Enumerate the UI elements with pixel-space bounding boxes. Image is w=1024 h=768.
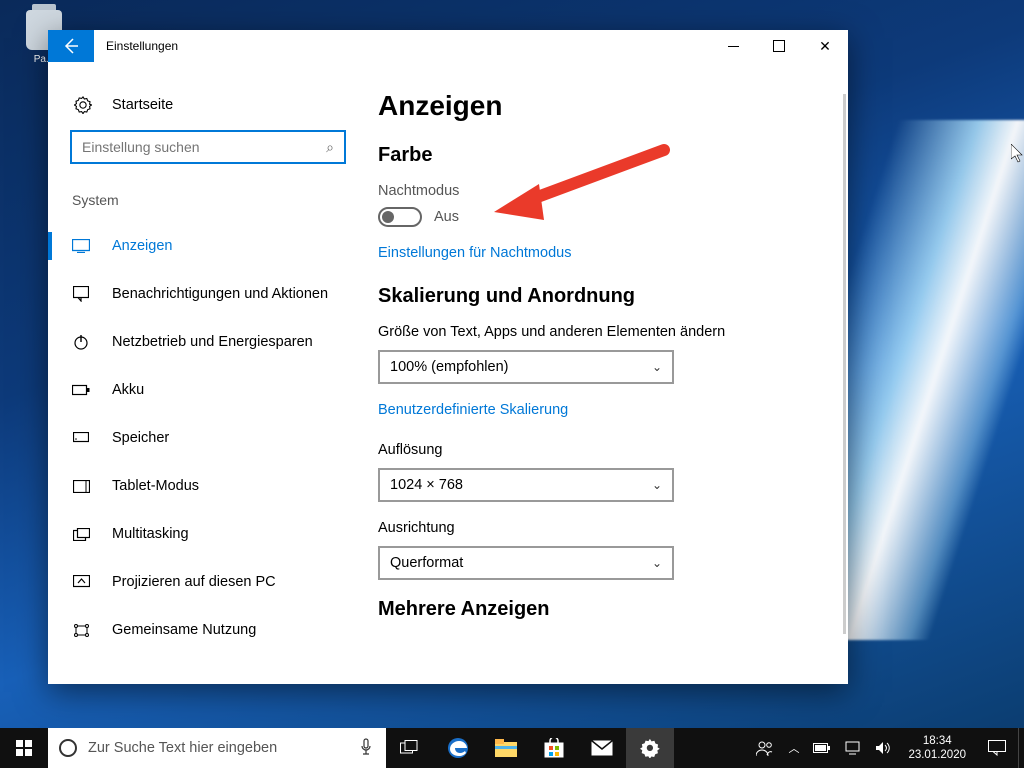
- taskbar-mail[interactable]: [578, 728, 626, 768]
- back-button[interactable]: [48, 30, 94, 62]
- settings-content: Anzeigen Farbe Nachtmodus Aus Einstellun…: [368, 62, 848, 684]
- close-button[interactable]: ✕: [802, 30, 848, 62]
- multitasking-icon: [72, 525, 90, 543]
- mic-icon[interactable]: [346, 738, 386, 759]
- nav-gemeinsame-nutzung[interactable]: Gemeinsame Nutzung: [48, 606, 368, 654]
- tablet-icon: [72, 477, 90, 495]
- taskbar-file-explorer[interactable]: [482, 728, 530, 768]
- section-farbe: Farbe: [378, 144, 824, 167]
- taskbar-search-placeholder: Zur Suche Text hier eingeben: [88, 740, 346, 756]
- share-icon: [72, 621, 90, 639]
- taskbar-search[interactable]: Zur Suche Text hier eingeben: [48, 728, 386, 768]
- system-tray: ︿ 18:34 23.01.2020: [749, 728, 1024, 768]
- tray-battery-icon[interactable]: [806, 728, 838, 768]
- storage-icon: [72, 429, 90, 447]
- nav-anzeigen[interactable]: Anzeigen: [48, 222, 368, 270]
- settings-sidebar: Startseite ⌕ System Anzeigen Benachricht…: [48, 62, 368, 684]
- chevron-down-icon: ⌄: [652, 478, 662, 492]
- scale-label: Größe von Text, Apps und anderen Element…: [378, 324, 824, 340]
- content-scrollbar[interactable]: [843, 94, 846, 634]
- nav-akku[interactable]: Akku: [48, 366, 368, 414]
- resolution-dropdown[interactable]: 1024 × 768 ⌄: [378, 468, 674, 502]
- start-button[interactable]: [0, 728, 48, 768]
- cortana-icon: [48, 739, 88, 757]
- action-center-button[interactable]: [976, 740, 1018, 756]
- power-icon: [72, 333, 90, 351]
- nav-multitasking[interactable]: Multitasking: [48, 510, 368, 558]
- night-mode-label: Nachtmodus: [378, 183, 824, 199]
- nav-group-label: System: [48, 192, 368, 222]
- tray-overflow-chevron-icon[interactable]: ︿: [781, 728, 806, 768]
- search-icon: ⌕: [326, 139, 334, 156]
- window-titlebar[interactable]: Einstellungen ✕: [48, 30, 848, 62]
- section-mehrere-anzeigen: Mehrere Anzeigen: [378, 598, 824, 621]
- taskbar: Zur Suche Text hier eingeben ︿ 18:34 23.…: [0, 728, 1024, 768]
- taskbar-edge[interactable]: [434, 728, 482, 768]
- chevron-down-icon: ⌄: [652, 556, 662, 570]
- resolution-label: Auflösung: [378, 442, 824, 458]
- tray-network-icon[interactable]: [838, 728, 868, 768]
- nav-tablet-modus[interactable]: Tablet-Modus: [48, 462, 368, 510]
- nav-netzbetrieb[interactable]: Netzbetrieb und Energiesparen: [48, 318, 368, 366]
- settings-window: Einstellungen ✕ Startseite ⌕ System Anze…: [48, 30, 848, 684]
- nav-projizieren[interactable]: Projizieren auf diesen PC: [48, 558, 368, 606]
- orientation-dropdown[interactable]: Querformat ⌄: [378, 546, 674, 580]
- tray-people[interactable]: [749, 728, 781, 768]
- night-mode-toggle[interactable]: [378, 207, 422, 227]
- section-skalierung: Skalierung und Anordnung: [378, 285, 824, 308]
- minimize-button[interactable]: [710, 30, 756, 62]
- scale-dropdown[interactable]: 100% (empfohlen) ⌄: [378, 350, 674, 384]
- maximize-button[interactable]: [756, 30, 802, 62]
- orientation-label: Ausrichtung: [378, 520, 824, 536]
- tray-volume-icon[interactable]: [868, 728, 898, 768]
- window-title: Einstellungen: [106, 39, 710, 53]
- taskbar-store[interactable]: [530, 728, 578, 768]
- gear-icon: [74, 96, 92, 114]
- nav-benachrichtigungen[interactable]: Benachrichtigungen und Aktionen: [48, 270, 368, 318]
- taskbar-clock[interactable]: 18:34 23.01.2020: [898, 734, 976, 762]
- taskbar-settings[interactable]: [626, 728, 674, 768]
- show-desktop-button[interactable]: [1018, 728, 1024, 768]
- page-title: Anzeigen: [378, 90, 824, 122]
- chevron-down-icon: ⌄: [652, 360, 662, 374]
- home-label: Startseite: [112, 97, 173, 113]
- project-icon: [72, 573, 90, 591]
- task-view-button[interactable]: [386, 728, 434, 768]
- battery-icon: [72, 381, 90, 399]
- home-button[interactable]: Startseite: [48, 96, 368, 130]
- nav-speicher[interactable]: Speicher: [48, 414, 368, 462]
- notifications-icon: [72, 285, 90, 303]
- custom-scaling-link[interactable]: Benutzerdefinierte Skalierung: [378, 402, 824, 418]
- settings-search-input[interactable]: ⌕: [70, 130, 346, 164]
- night-mode-settings-link[interactable]: Einstellungen für Nachtmodus: [378, 245, 824, 261]
- display-icon: [72, 237, 90, 255]
- night-mode-state: Aus: [434, 209, 459, 225]
